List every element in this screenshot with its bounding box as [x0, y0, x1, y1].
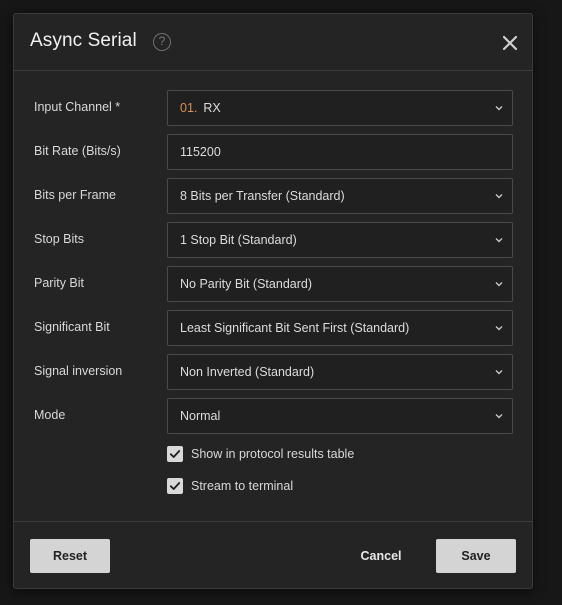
chevron-down-icon	[495, 326, 503, 331]
row-signal-inversion: Signal inversion Non Inverted (Standard)	[14, 354, 532, 390]
row-parity-bit: Parity Bit No Parity Bit (Standard)	[14, 266, 532, 302]
input-channel-select[interactable]: 01. RX	[167, 90, 513, 126]
field-value: Normal	[180, 409, 221, 423]
cancel-button[interactable]: Cancel	[345, 539, 417, 573]
stream-to-terminal-option: Stream to terminal	[167, 478, 467, 496]
field-label: Stop Bits	[34, 232, 85, 246]
checkbox-label: Stream to terminal	[191, 479, 294, 493]
dialog-header: Async Serial ?	[14, 14, 532, 71]
show-in-results-option: Show in protocol results table	[167, 446, 467, 464]
chevron-down-icon	[495, 282, 503, 287]
checkbox-label: Show in protocol results table	[191, 447, 355, 461]
checkmark-icon	[169, 450, 181, 458]
field-value: Non Inverted (Standard)	[180, 365, 315, 379]
parity-bit-select[interactable]: No Parity Bit (Standard)	[167, 266, 513, 302]
bit-rate-input[interactable]: 115200	[167, 134, 513, 170]
stream-to-terminal-checkbox[interactable]	[167, 478, 183, 494]
bits-per-frame-select[interactable]: 8 Bits per Transfer (Standard)	[167, 178, 513, 214]
help-icon[interactable]: ?	[153, 33, 171, 51]
field-label: Parity Bit	[34, 276, 85, 290]
row-input-channel: Input Channel * 01. RX	[14, 90, 532, 126]
row-mode: Mode Normal	[14, 398, 532, 434]
checkmark-icon	[169, 482, 181, 490]
chevron-down-icon	[495, 106, 503, 111]
field-value: 1 Stop Bit (Standard)	[180, 233, 297, 247]
chevron-down-icon	[495, 370, 503, 375]
stop-bits-select[interactable]: 1 Stop Bit (Standard)	[167, 222, 513, 258]
field-value: 8 Bits per Transfer (Standard)	[180, 189, 345, 203]
field-label: Bit Rate (Bits/s)	[34, 144, 121, 158]
field-value: Least Significant Bit Sent First (Standa…	[180, 321, 410, 335]
dialog-footer: Reset Cancel Save	[14, 521, 532, 589]
field-value: 01. RX	[180, 101, 221, 115]
row-bits-per-frame: Bits per Frame 8 Bits per Transfer (Stan…	[14, 178, 532, 214]
mode-select[interactable]: Normal	[167, 398, 513, 434]
save-button[interactable]: Save	[436, 539, 516, 573]
row-bit-rate: Bit Rate (Bits/s) 115200	[14, 134, 532, 170]
chevron-down-icon	[495, 194, 503, 199]
chevron-down-icon	[495, 238, 503, 243]
signal-inversion-select[interactable]: Non Inverted (Standard)	[167, 354, 513, 390]
field-value: 115200	[180, 145, 221, 159]
field-label: Input Channel *	[34, 100, 121, 114]
field-label: Bits per Frame	[34, 188, 116, 202]
field-label: Mode	[34, 408, 66, 422]
channel-name: RX	[203, 101, 221, 115]
row-significant-bit: Significant Bit Least Significant Bit Se…	[14, 310, 532, 346]
field-label: Signal inversion	[34, 364, 123, 378]
channel-number: 01.	[180, 101, 198, 115]
show-in-results-checkbox[interactable]	[167, 446, 183, 462]
reset-button[interactable]: Reset	[30, 539, 110, 573]
row-stop-bits: Stop Bits 1 Stop Bit (Standard)	[14, 222, 532, 258]
field-value: No Parity Bit (Standard)	[180, 277, 312, 291]
field-label: Significant Bit	[34, 320, 110, 334]
chevron-down-icon	[495, 414, 503, 419]
async-serial-dialog: Async Serial ? Input Channel * 01. RX Bit…	[13, 13, 533, 589]
significant-bit-select[interactable]: Least Significant Bit Sent First (Standa…	[167, 310, 513, 346]
dialog-title: Async Serial	[30, 30, 137, 51]
close-icon[interactable]	[500, 33, 520, 53]
